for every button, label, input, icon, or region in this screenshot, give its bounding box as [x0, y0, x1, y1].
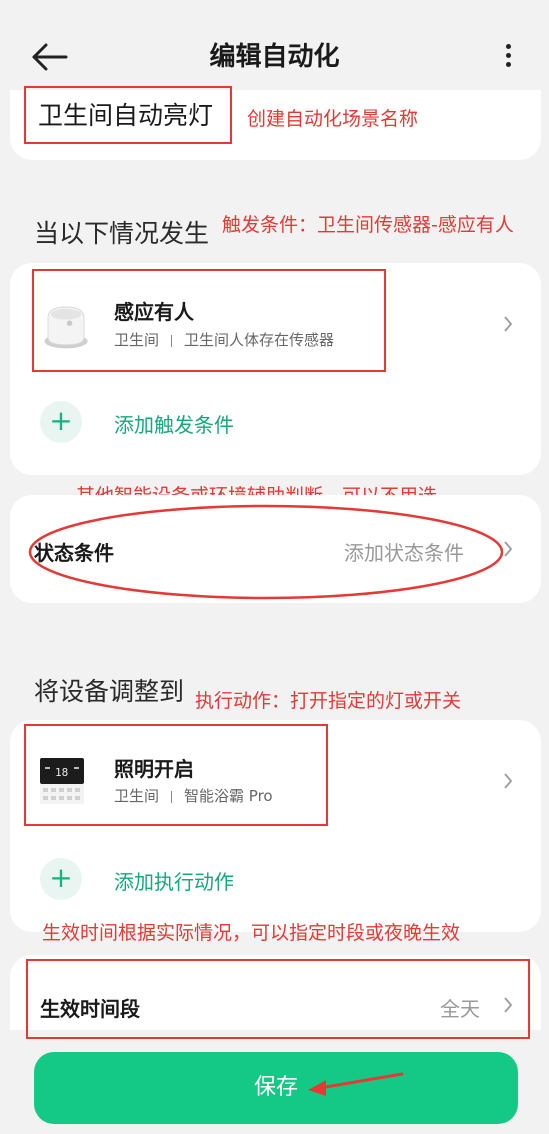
trigger-section-title: 当以下情况发生: [34, 219, 210, 248]
add-trigger-button[interactable]: 添加触发条件: [114, 409, 234, 438]
chevron-right-icon: [504, 773, 513, 789]
annotation-ellipse-status: [28, 504, 504, 600]
annotation-box-trigger: [32, 269, 386, 372]
save-button[interactable]: 保存: [34, 1052, 518, 1124]
annotation-trigger-text: 触发条件：卫生间传感器-感应有人: [222, 214, 514, 236]
annotation-time: 生效时间根据实际情况，可以指定时段或夜晚生效: [42, 922, 461, 944]
add-trigger-icon[interactable]: +: [40, 401, 82, 443]
annotation-box-time: [26, 959, 530, 1039]
annotation-scene-name: 创建自动化场景名称: [247, 108, 419, 130]
annotation-box-scene-name: [24, 86, 232, 144]
action-section-title: 将设备调整到: [34, 677, 185, 706]
more-options-icon[interactable]: [498, 44, 518, 74]
chevron-right-icon: [504, 316, 513, 332]
annotation-trigger: 触发条件：卫生间传感器-感应有人: [222, 212, 522, 239]
add-action-icon[interactable]: +: [40, 858, 82, 900]
annotation-arrow: [308, 1072, 404, 1096]
page-title: 编辑自动化: [209, 42, 340, 72]
annotation-action: 执行动作：打开指定的灯或开关: [195, 690, 462, 712]
annotation-box-action: [24, 724, 328, 826]
add-action-button[interactable]: 添加执行动作: [114, 866, 234, 895]
